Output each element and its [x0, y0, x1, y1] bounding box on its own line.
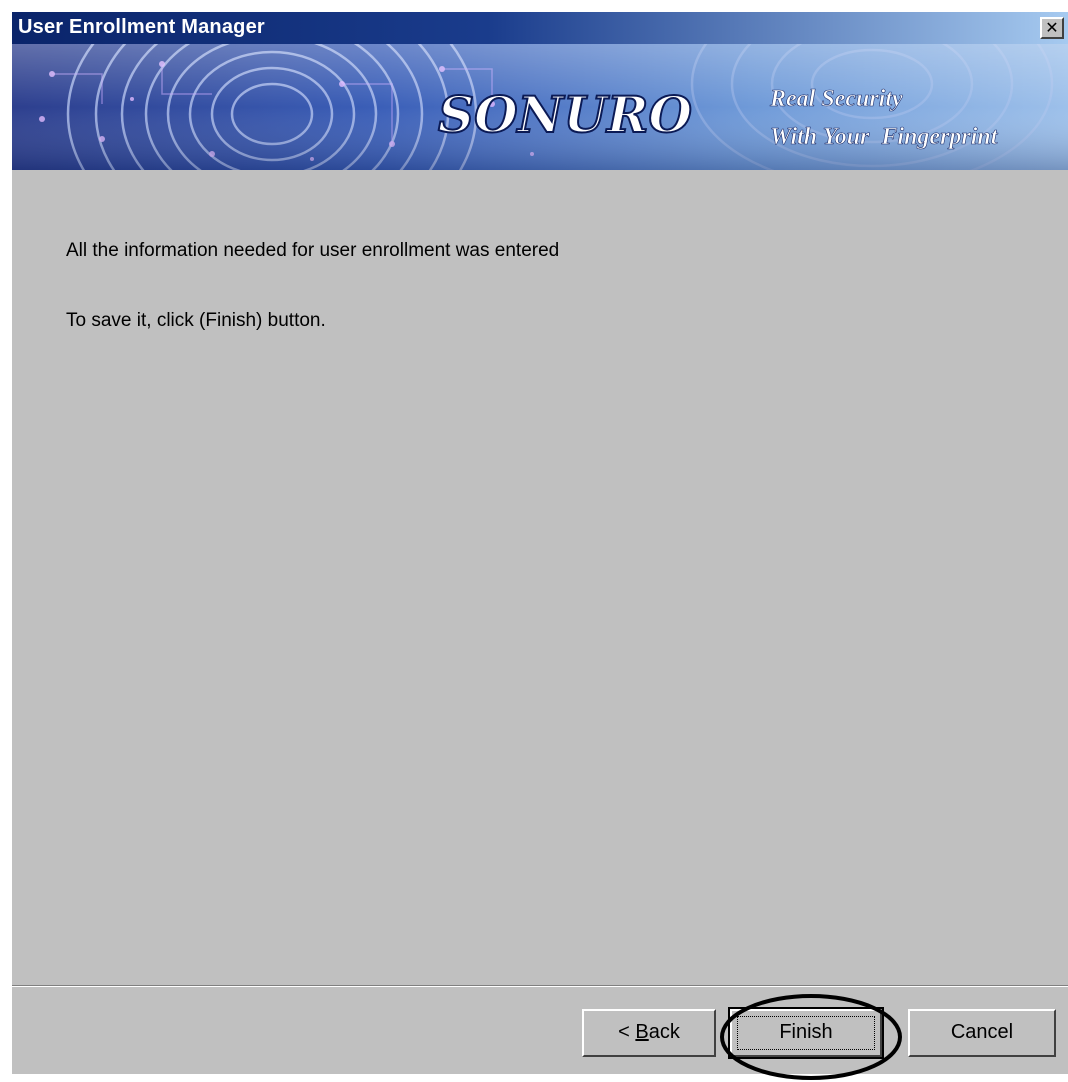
- brand-logo: SONURO: [438, 85, 693, 144]
- sonuro-banner: SONURO Real Security With Your Fingerpri…: [12, 44, 1068, 170]
- back-button-prefix: <: [618, 1021, 636, 1043]
- back-button-mnemonic: B: [635, 1021, 649, 1043]
- cancel-button-label: Cancel: [950, 1021, 1014, 1043]
- finish-button[interactable]: Finish: [728, 1007, 884, 1059]
- tagline-line1: Real Security: [769, 86, 903, 112]
- back-button[interactable]: < Back: [582, 1009, 716, 1057]
- instruction-message: To save it, click (Finish) button.: [66, 310, 326, 331]
- info-message: All the information needed for user enro…: [66, 240, 560, 261]
- window-title: User Enrollment Manager: [18, 16, 265, 38]
- button-separator: [12, 985, 1068, 987]
- title-bar[interactable]: User Enrollment Manager ✕: [12, 12, 1068, 44]
- content-area: All the information needed for user enro…: [12, 170, 1068, 985]
- cancel-button[interactable]: Cancel: [908, 1009, 1056, 1057]
- tagline-line2: With Your Fingerprint: [770, 124, 999, 150]
- close-button[interactable]: ✕: [1040, 17, 1064, 39]
- back-button-rest: ack: [648, 1021, 680, 1043]
- enrollment-dialog: User Enrollment Manager ✕ SONURO Real Se…: [10, 10, 1068, 1080]
- close-icon: ✕: [1045, 18, 1059, 37]
- finish-button-label: Finish: [779, 1021, 833, 1043]
